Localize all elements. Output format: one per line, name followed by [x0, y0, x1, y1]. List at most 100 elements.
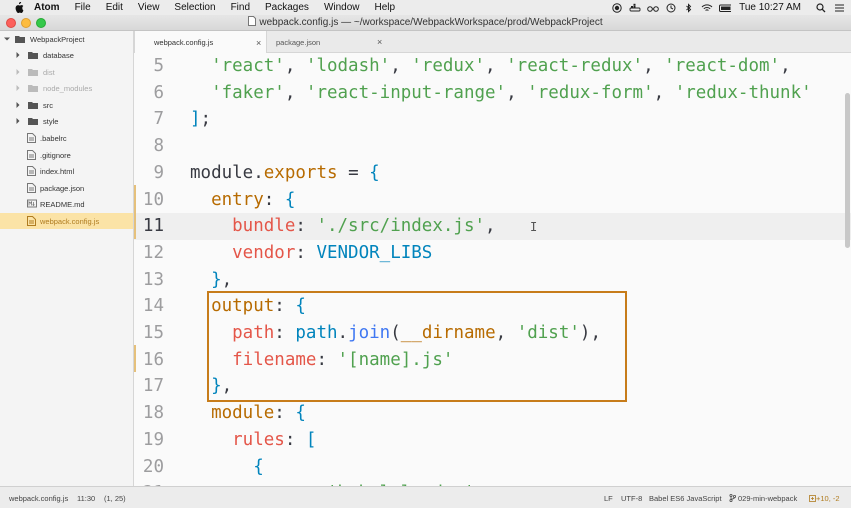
- tree-item-gitignore[interactable]: .gitignore: [0, 147, 133, 163]
- menu-window[interactable]: Window: [324, 2, 360, 13]
- line-number[interactable]: 10: [134, 187, 164, 214]
- code-line[interactable]: 9 module.exports = {: [134, 160, 851, 187]
- code-token: :: [295, 216, 317, 237]
- status-branch[interactable]: 029-min-webpack: [729, 493, 797, 503]
- tree-item-dist[interactable]: dist: [0, 64, 133, 80]
- line-number[interactable]: 17: [134, 373, 164, 400]
- code-line[interactable]: 7];: [134, 106, 851, 133]
- code-token: 'react-redux': [506, 56, 644, 76]
- code-token: }: [190, 269, 222, 290]
- code-line[interactable]: 8: [134, 133, 851, 160]
- git-modified-marker: [134, 185, 136, 239]
- line-number[interactable]: 11: [134, 213, 164, 240]
- tree-item-babelrc[interactable]: .babelrc: [0, 130, 133, 146]
- line-number[interactable]: 16: [134, 347, 164, 374]
- battery-icon[interactable]: [719, 3, 732, 13]
- tree-item-index-html[interactable]: index.html: [0, 163, 133, 179]
- line-number[interactable]: 9: [134, 160, 164, 187]
- line-number[interactable]: 18: [134, 400, 164, 427]
- tab-label: webpack.config.js: [154, 38, 214, 47]
- status-encoding[interactable]: UTF-8: [621, 494, 642, 503]
- chevron-right-icon[interactable]: [14, 101, 22, 109]
- menu-find[interactable]: Find: [231, 2, 250, 13]
- folder-icon: [28, 68, 38, 76]
- status-line-ending[interactable]: LF: [604, 494, 613, 503]
- menu-selection[interactable]: Selection: [174, 2, 215, 13]
- tree-item-database[interactable]: database: [0, 47, 133, 63]
- menu-view[interactable]: View: [138, 2, 160, 13]
- chevron-right-icon[interactable]: [14, 84, 22, 92]
- menu-help[interactable]: Help: [375, 2, 396, 13]
- time-machine-icon[interactable]: [665, 3, 677, 13]
- notification-center-icon[interactable]: [833, 3, 845, 13]
- wifi-icon[interactable]: [701, 3, 713, 13]
- close-tab-icon[interactable]: ×: [377, 37, 382, 47]
- code-line[interactable]: 20 {: [134, 454, 851, 481]
- code-token: ,: [506, 82, 528, 103]
- code-line[interactable]: 13 },: [134, 267, 851, 294]
- menu-app-atom[interactable]: Atom: [34, 2, 60, 13]
- code-line[interactable]: 18 module: {: [134, 400, 851, 427]
- status-git-delta[interactable]: +10, -2: [809, 494, 840, 503]
- code-line[interactable]: 19 rules: [: [134, 427, 851, 454]
- menu-bar-clock[interactable]: Tue 10:27 AM: [739, 2, 801, 13]
- scrollbar-thumb[interactable]: [845, 93, 850, 248]
- code-line[interactable]: 11 bundle: './src/index.js',: [134, 213, 851, 240]
- line-number[interactable]: 20: [134, 454, 164, 481]
- folder-icon: [28, 101, 38, 109]
- code-token: module: [190, 403, 275, 424]
- code-line[interactable]: 6 'faker', 'react-input-range', 'redux-f…: [134, 80, 851, 107]
- menu-packages[interactable]: Packages: [265, 2, 309, 13]
- menu-file[interactable]: File: [75, 2, 91, 13]
- apple-logo-icon[interactable]: [13, 2, 25, 14]
- tree-item-node-modules[interactable]: node_modules: [0, 80, 133, 96]
- code-line[interactable]: 12 vendor: VENDOR_LIBS: [134, 240, 851, 267]
- close-tab-icon[interactable]: ×: [256, 38, 261, 48]
- tree-item-label: .babelrc: [40, 133, 67, 143]
- line-number[interactable]: 19: [134, 427, 164, 454]
- status-file-path[interactable]: webpack.config.js: [9, 494, 68, 503]
- menu-edit[interactable]: Edit: [106, 2, 123, 13]
- tree-item-readme[interactable]: README.md: [0, 196, 133, 212]
- code-token: :: [263, 189, 285, 210]
- bluetooth-icon[interactable]: [683, 2, 695, 13]
- chevron-right-icon[interactable]: [14, 68, 22, 76]
- code-token: {: [295, 403, 306, 424]
- line-number[interactable]: 14: [134, 293, 164, 320]
- glasses-icon[interactable]: [647, 3, 659, 13]
- line-number[interactable]: 15: [134, 320, 164, 347]
- docker-icon[interactable]: [629, 3, 641, 13]
- vertical-scrollbar[interactable]: [843, 53, 851, 486]
- line-number[interactable]: 7: [134, 106, 164, 133]
- tree-item-src[interactable]: src: [0, 97, 133, 113]
- file-text-icon: [27, 183, 36, 193]
- tree-item-label: index.html: [40, 166, 75, 176]
- tree-item-package-json[interactable]: package.json: [0, 180, 133, 196]
- tab-webpack-config[interactable]: webpack.config.js ×: [134, 31, 267, 54]
- status-grammar[interactable]: Babel ES6 JavaScript: [649, 494, 722, 503]
- spotlight-search-icon[interactable]: [815, 2, 827, 13]
- tree-item-style[interactable]: style: [0, 113, 133, 129]
- line-number[interactable]: 8: [134, 133, 164, 160]
- tree-item-label: style: [43, 116, 59, 126]
- code-token: :: [295, 242, 317, 263]
- tree-item-webpack-config[interactable]: webpack.config.js: [0, 213, 133, 229]
- code-token: [: [305, 429, 317, 450]
- tab-package-json[interactable]: package.json ×: [267, 31, 395, 53]
- title-bar: webpack.config.js — ~/workspace/WebpackW…: [0, 15, 851, 31]
- chevron-down-icon[interactable]: [3, 35, 11, 43]
- line-number[interactable]: 5: [134, 53, 164, 80]
- chevron-right-icon[interactable]: [14, 51, 22, 59]
- code-token: {: [190, 456, 264, 477]
- line-number[interactable]: 12: [134, 240, 164, 267]
- line-number[interactable]: 13: [134, 267, 164, 294]
- code-line[interactable]: 10 entry: {: [134, 187, 851, 214]
- window-title: webpack.config.js — ~/workspace/WebpackW…: [0, 16, 851, 28]
- line-number[interactable]: 6: [134, 80, 164, 107]
- record-icon[interactable]: [611, 2, 623, 13]
- code-editor[interactable]: 5 'react', 'lodash', 'redux', 'react-red…: [134, 53, 851, 486]
- tree-root-webpackproject[interactable]: WebpackProject: [0, 31, 133, 47]
- status-cursor-position[interactable]: 11:30: [77, 494, 95, 503]
- code-line[interactable]: 5 'react', 'lodash', 'redux', 'react-red…: [134, 53, 851, 80]
- chevron-right-icon[interactable]: [14, 117, 22, 125]
